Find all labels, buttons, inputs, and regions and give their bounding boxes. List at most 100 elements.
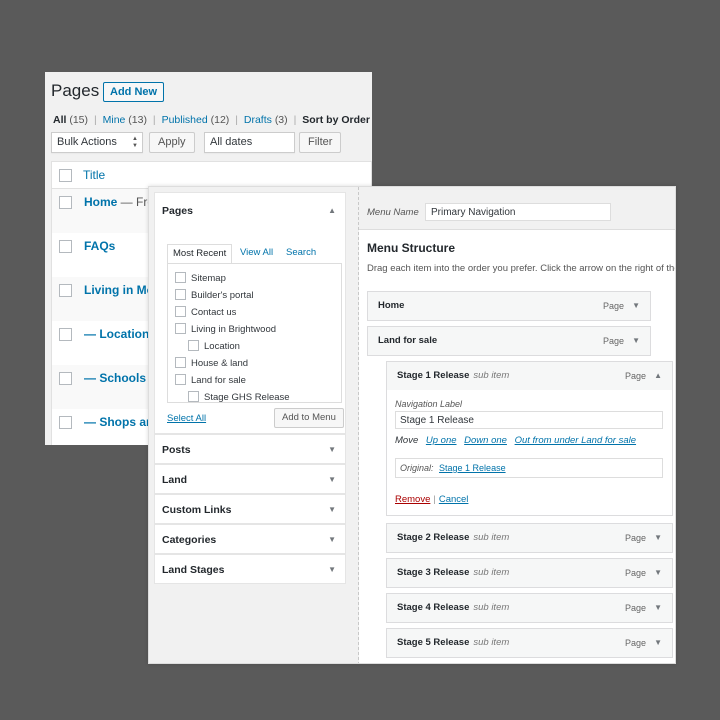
triangle-down-icon[interactable]: ▼ [654, 568, 662, 577]
menu-item-label: Stage 1 Release sub item [397, 370, 510, 381]
menu-name-input[interactable] [425, 203, 611, 221]
triangle-down-icon: ▼ [328, 445, 336, 454]
add-new-button[interactable]: Add New [103, 82, 165, 102]
select-all-link[interactable]: Select All [167, 413, 206, 424]
filter-drafts-count: (3) [274, 114, 288, 126]
menu-item-type: Page [602, 301, 624, 311]
page-option[interactable]: Contact us [175, 306, 236, 318]
navigation-label-input[interactable] [395, 411, 663, 429]
page-title: Pages [51, 81, 100, 100]
page-option[interactable]: Location [188, 340, 240, 352]
menu-item-label: Stage 4 Release sub item [397, 602, 510, 613]
tab-most-recent[interactable]: Most Recent [167, 244, 233, 264]
move-up-one-link[interactable]: Up one [426, 435, 457, 446]
custom-links-accordion-title: Custom Links [162, 504, 232, 516]
row-checkbox[interactable] [59, 240, 72, 253]
original-page-link[interactable]: Stage 1 Release [439, 463, 506, 473]
menu-name-label: Menu Name [367, 207, 419, 218]
menu-item-stage-4-release[interactable]: Stage 4 Release sub item Page ▼ [386, 593, 673, 623]
column-title[interactable]: Title [83, 168, 105, 182]
land-accordion[interactable]: Land ▼ [154, 464, 346, 494]
menu-item-stage-5-release[interactable]: Stage 5 Release sub item Page ▼ [386, 628, 673, 658]
filter-drafts[interactable]: Drafts [244, 114, 272, 126]
triangle-down-icon[interactable]: ▼ [632, 336, 640, 345]
status-filter-links: All (15) | Mine (13) | Published (12) | … [53, 114, 370, 126]
row-checkbox[interactable] [59, 328, 72, 341]
menu-item-label: Stage 2 Release sub item [397, 532, 510, 543]
select-all-checkbox[interactable] [59, 169, 72, 182]
menu-item-label: Stage 5 Release sub item [397, 637, 510, 648]
add-to-menu-button[interactable]: Add to Menu [274, 408, 344, 428]
row-checkbox[interactable] [59, 372, 72, 385]
menu-item-home[interactable]: Home Page ▼ [367, 291, 651, 321]
up-down-arrows-icon: ▲ ▼ [132, 136, 138, 149]
triangle-down-icon: ▼ [328, 565, 336, 574]
triangle-down-icon: ▼ [328, 535, 336, 544]
filter-button[interactable]: Filter [299, 132, 342, 153]
row-title-link[interactable]: — Schools [84, 371, 146, 385]
page-option[interactable]: Builder's portal [175, 289, 254, 301]
row-checkbox[interactable] [59, 416, 72, 429]
bulk-actions-select[interactable]: Bulk Actions ▲ ▼ [51, 132, 143, 153]
remove-link[interactable]: Remove [395, 494, 430, 505]
actions-separator: | [433, 494, 436, 505]
triangle-down-icon: ▼ [328, 505, 336, 514]
page-option-checkbox [188, 340, 199, 351]
triangle-down-icon[interactable]: ▼ [632, 301, 640, 310]
bulk-actions-value: Bulk Actions [57, 136, 117, 148]
apply-button[interactable]: Apply [149, 132, 195, 153]
page-option[interactable]: Land for sale [175, 374, 246, 386]
menu-item-settings: Navigation Label Move Up one Down one Ou… [386, 390, 673, 516]
row-title-link[interactable]: FAQs [84, 239, 115, 253]
menu-item-land-for-sale[interactable]: Land for sale Page ▼ [367, 326, 651, 356]
page-option-checkbox [175, 306, 186, 317]
page-option-checkbox [175, 272, 186, 283]
page-option[interactable]: House & land [175, 357, 248, 369]
page-option-checkbox [175, 374, 186, 385]
filter-sort-by-order[interactable]: Sort by Order [302, 114, 370, 126]
dates-select[interactable]: All dates [204, 132, 295, 153]
triangle-down-icon[interactable]: ▼ [654, 603, 662, 612]
move-label: Move [395, 435, 419, 446]
move-down-one-link[interactable]: Down one [464, 435, 507, 446]
filter-all-count: (15) [69, 114, 89, 126]
tab-view-all[interactable]: View All [235, 244, 278, 264]
land-accordion-title: Land [162, 474, 188, 486]
menu-item-label: Stage 3 Release sub item [397, 567, 510, 578]
categories-accordion-title: Categories [162, 534, 217, 546]
custom-links-accordion[interactable]: Custom Links ▼ [154, 494, 346, 524]
tab-search[interactable]: Search [281, 244, 321, 264]
menu-item-type: Page [624, 638, 646, 648]
menu-item-stage-2-release[interactable]: Stage 2 Release sub item Page ▼ [386, 523, 673, 553]
menu-item-stage-1-release[interactable]: Stage 1 Release sub item Page ▲ [386, 361, 673, 391]
triangle-up-icon[interactable]: ▲ [328, 206, 336, 215]
page-option[interactable]: Stage GHS Release [188, 391, 290, 402]
menu-editor-window: Pages ▲ Most Recent View All Search Site… [148, 186, 676, 664]
filter-published-count: (12) [210, 114, 230, 126]
pages-accordion-title[interactable]: Pages [162, 205, 193, 217]
page-option[interactable]: Living in Brightwood [175, 323, 276, 335]
menu-structure-help: Drag each item into the order you prefer… [367, 263, 676, 274]
categories-accordion[interactable]: Categories ▼ [154, 524, 346, 554]
triangle-down-icon[interactable]: ▼ [654, 638, 662, 647]
move-out-from-under-link[interactable]: Out from under Land for sale [515, 435, 636, 446]
move-links: Move Up one Down one Out from under Land… [395, 435, 636, 446]
filter-all[interactable]: All [53, 114, 66, 126]
row-checkbox[interactable] [59, 196, 72, 209]
land-stages-accordion[interactable]: Land Stages ▼ [154, 554, 346, 584]
triangle-down-icon[interactable]: ▼ [654, 533, 662, 542]
menu-item-stage-3-release[interactable]: Stage 3 Release sub item Page ▼ [386, 558, 673, 588]
row-title-link[interactable]: — Location [84, 327, 149, 341]
triangle-up-icon[interactable]: ▲ [654, 371, 662, 380]
page-option[interactable]: Sitemap [175, 272, 226, 284]
add-menu-items-panel: Pages ▲ Most Recent View All Search Site… [149, 187, 359, 663]
menu-item-type: Page [624, 533, 646, 543]
posts-accordion[interactable]: Posts ▼ [154, 434, 346, 464]
filter-published[interactable]: Published [162, 114, 208, 126]
pages-accordion: Pages ▲ Most Recent View All Search Site… [154, 192, 346, 434]
filter-mine[interactable]: Mine [103, 114, 126, 126]
cancel-link[interactable]: Cancel [439, 494, 469, 505]
dates-value: All dates [210, 136, 253, 148]
triangle-down-icon: ▼ [328, 475, 336, 484]
row-checkbox[interactable] [59, 284, 72, 297]
